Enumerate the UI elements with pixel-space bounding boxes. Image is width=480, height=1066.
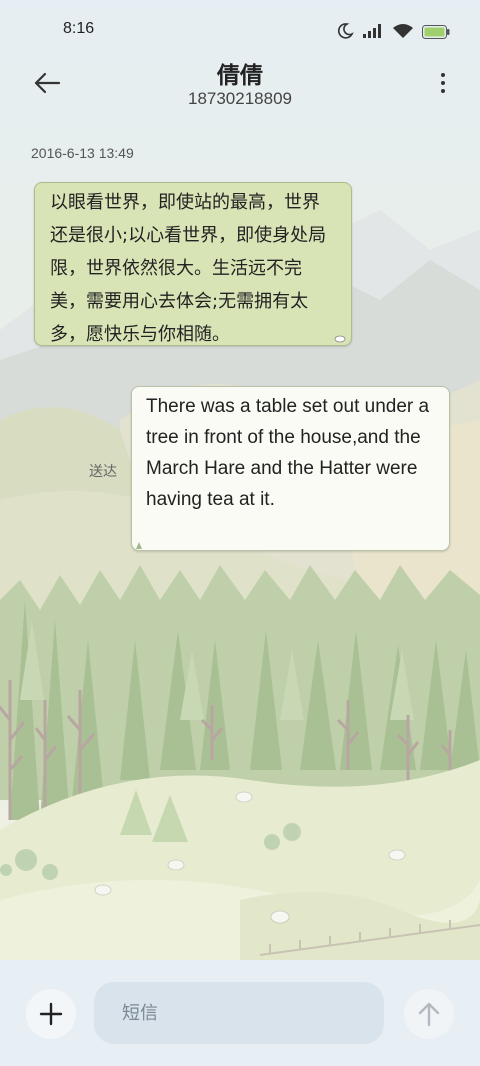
- status-icons: [336, 22, 450, 44]
- status-bar: 8:16: [0, 0, 480, 60]
- signal-icon: [362, 23, 384, 43]
- incoming-message-text: 以眼看世界，即使站的最高，世界还是很小;以心看世界，即使身处局限，世界依然很大。…: [50, 192, 327, 345]
- incoming-message-bubble[interactable]: 以眼看世界，即使站的最高，世界还是很小;以心看世界，即使身处局限，世界依然很大。…: [34, 182, 352, 346]
- send-button[interactable]: [404, 989, 454, 1039]
- add-attachment-button[interactable]: [26, 989, 76, 1039]
- more-options-button[interactable]: [436, 66, 450, 100]
- message-timestamp: 2016-6-13 13:49: [31, 145, 134, 161]
- moon-icon: [336, 22, 354, 44]
- battery-icon: [422, 24, 450, 43]
- wifi-icon: [392, 23, 414, 43]
- outgoing-message-text: There was a table set out under a tree i…: [146, 396, 430, 510]
- tree-decoration-icon: [136, 542, 142, 549]
- conversation-header: 倩倩 18730218809: [0, 52, 480, 122]
- contact-number: 18730218809: [187, 89, 292, 108]
- contact-name: 倩倩: [217, 63, 263, 89]
- plus-icon: [39, 1002, 63, 1026]
- send-arrow-icon: [418, 1002, 440, 1027]
- delivery-status: 送达: [89, 464, 117, 480]
- outgoing-message-bubble[interactable]: There was a table set out under a tree i…: [131, 386, 450, 551]
- compose-bar: [0, 960, 480, 1066]
- sheep-decoration-icon: [334, 335, 346, 343]
- more-vertical-icon: [441, 73, 445, 77]
- status-time: 8:16: [63, 20, 95, 37]
- message-input[interactable]: [94, 982, 384, 1044]
